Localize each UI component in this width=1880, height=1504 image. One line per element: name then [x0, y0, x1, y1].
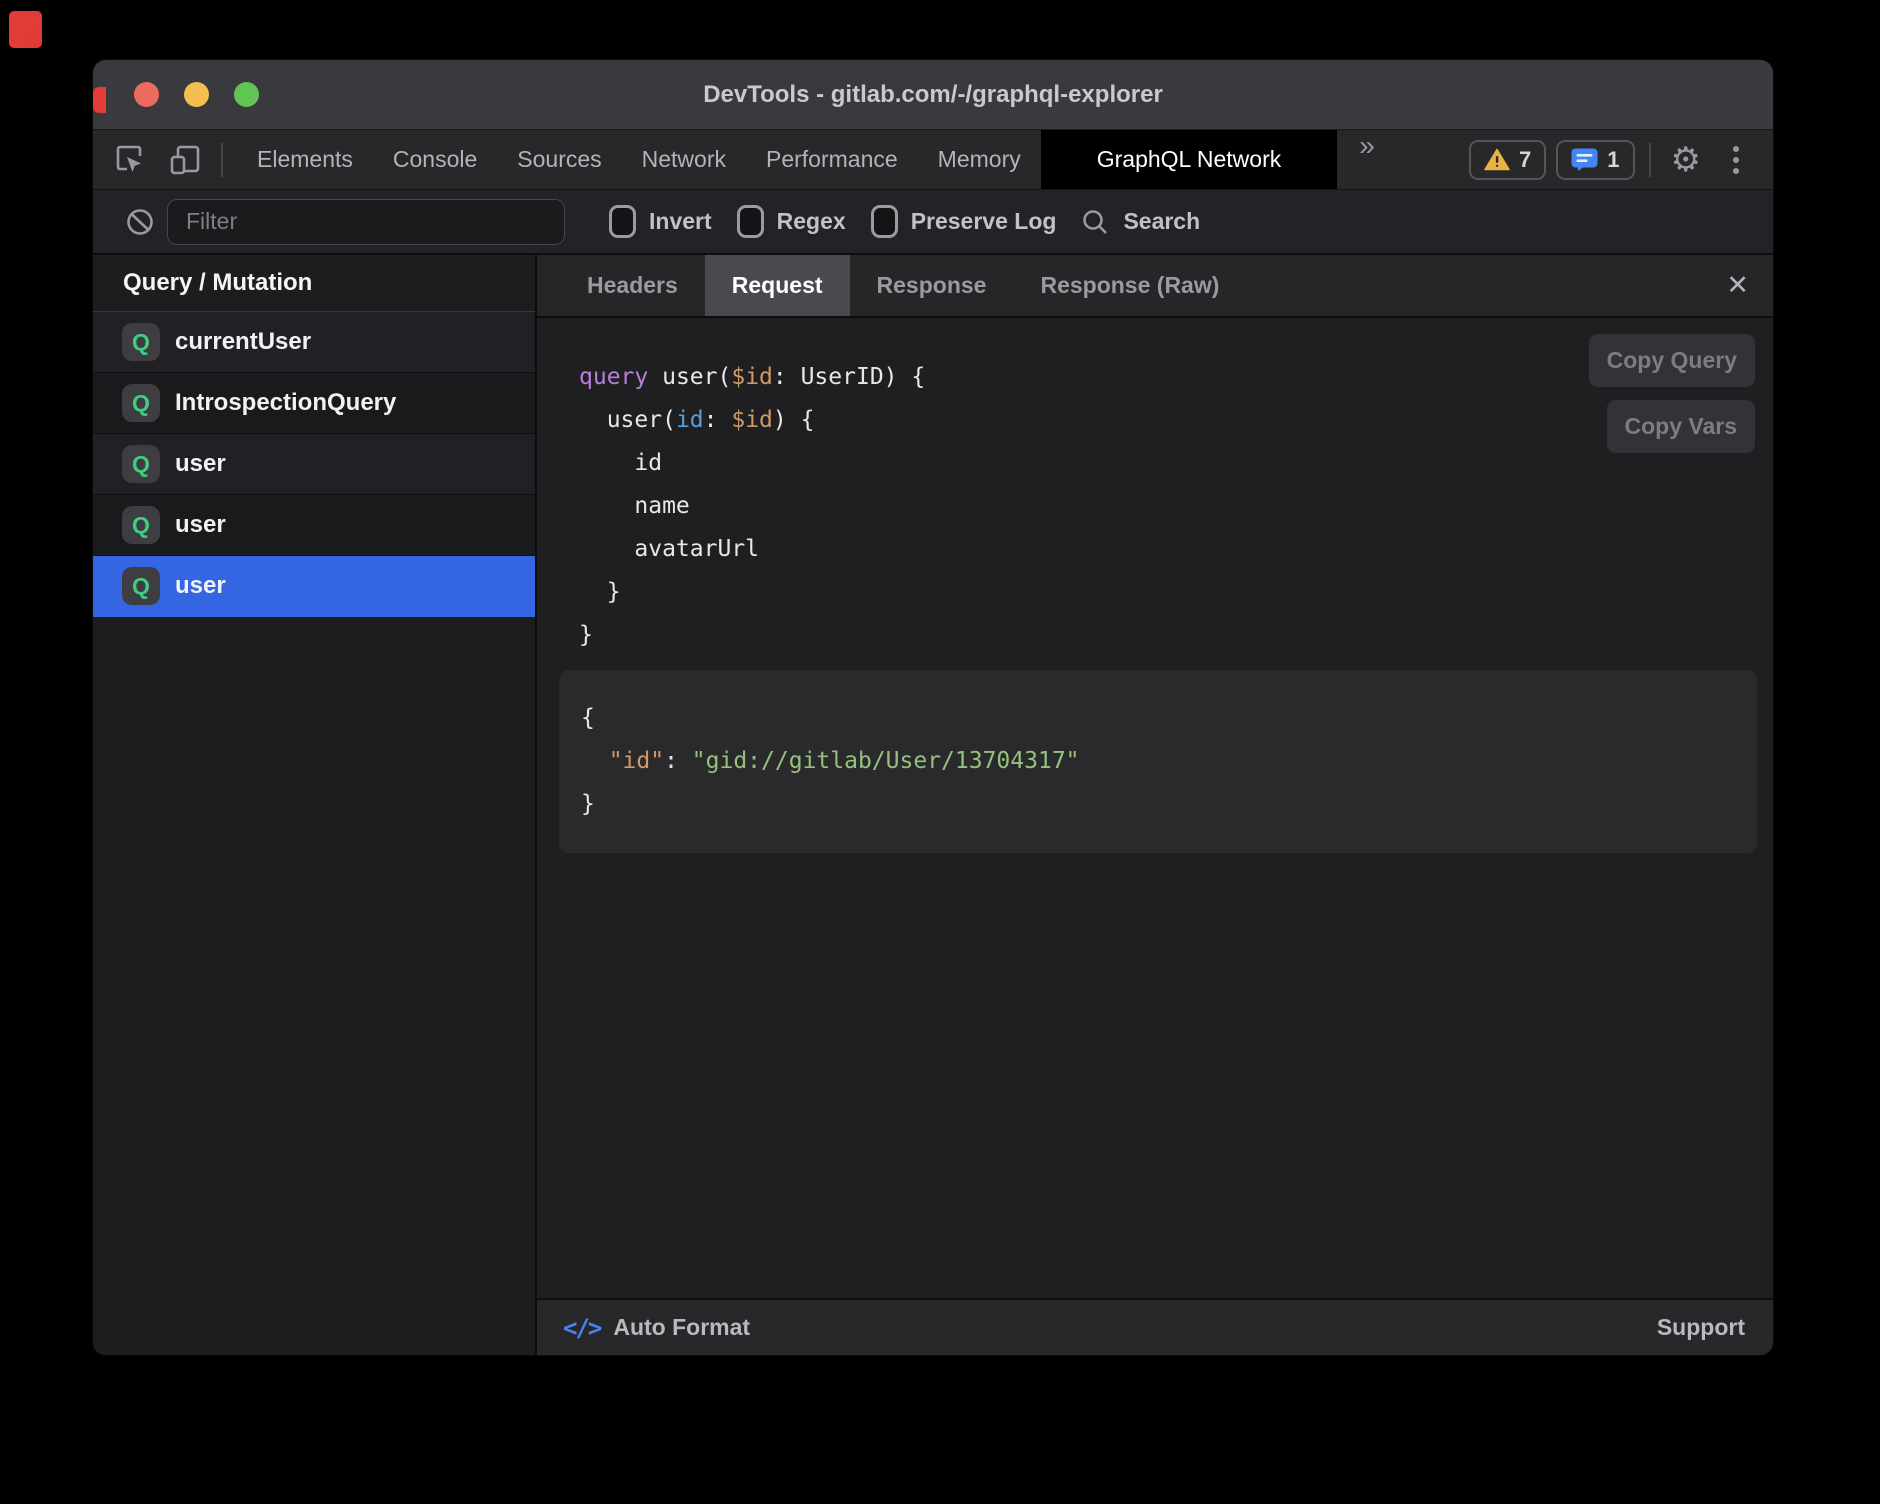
- invert-label: Invert: [649, 208, 712, 235]
- toolbar-right-cluster: 7 1 ⚙: [1459, 140, 1755, 180]
- list-item-label: user: [175, 450, 226, 478]
- search-control[interactable]: Search: [1081, 208, 1200, 236]
- regex-label: Regex: [777, 208, 846, 235]
- detail-tabs: Headers Request Response Response (Raw) …: [537, 255, 1773, 318]
- inspect-element-icon[interactable]: [101, 138, 157, 182]
- search-label: Search: [1123, 208, 1200, 235]
- main-area: Query / Mutation Q currentUser Q Introsp…: [93, 255, 1773, 1355]
- tab-elements[interactable]: Elements: [237, 130, 373, 189]
- tab-response[interactable]: Response: [850, 255, 1014, 316]
- copy-query-button[interactable]: Copy Query: [1589, 334, 1755, 387]
- device-toolbar-icon[interactable]: [157, 138, 213, 182]
- query-type-badge: Q: [122, 445, 160, 483]
- kebab-menu-icon[interactable]: [1717, 146, 1755, 174]
- invert-checkbox[interactable]: [609, 205, 636, 238]
- invert-checkbox-group[interactable]: Invert: [609, 205, 712, 238]
- list-item-user-1[interactable]: Q user: [93, 434, 535, 495]
- close-detail-icon[interactable]: ✕: [1726, 255, 1749, 316]
- list-item-user-2[interactable]: Q user: [93, 495, 535, 556]
- preserve-log-label: Preserve Log: [911, 208, 1057, 235]
- request-query-code: query user($id: UserID) { user(id: $id) …: [537, 318, 1773, 657]
- list-item-introspectionquery[interactable]: Q IntrospectionQuery: [93, 373, 535, 434]
- tab-performance[interactable]: Performance: [746, 130, 918, 189]
- preserve-log-checkbox-group[interactable]: Preserve Log: [871, 205, 1057, 238]
- tab-graphql-network[interactable]: GraphQL Network: [1041, 130, 1338, 189]
- copy-vars-button[interactable]: Copy Vars: [1607, 400, 1756, 453]
- auto-format-label: Auto Format: [613, 1314, 750, 1341]
- toolbar-separator: [221, 143, 223, 177]
- devtools-window: DevTools - gitlab.com/-/graphql-explorer…: [93, 60, 1773, 1355]
- window-title: DevTools - gitlab.com/-/graphql-explorer: [93, 81, 1773, 109]
- list-item-label: user: [175, 511, 226, 539]
- panel-tabs: Elements Console Sources Network Perform…: [237, 130, 1397, 189]
- tab-sources[interactable]: Sources: [497, 130, 621, 189]
- list-item-label: IntrospectionQuery: [175, 389, 396, 417]
- warnings-count: 7: [1519, 147, 1531, 173]
- request-variables-box: { "id": "gid://gitlab/User/13704317"}: [559, 670, 1757, 853]
- query-type-badge: Q: [122, 384, 160, 422]
- tab-response-raw[interactable]: Response (Raw): [1013, 255, 1246, 316]
- detail-footer: </> Auto Format Support: [537, 1298, 1773, 1355]
- list-item-currentuser[interactable]: Q currentUser: [93, 312, 535, 373]
- tab-network[interactable]: Network: [622, 130, 746, 189]
- query-list-panel: Query / Mutation Q currentUser Q Introsp…: [93, 255, 537, 1355]
- warnings-badge[interactable]: 7: [1469, 140, 1546, 180]
- message-icon: [1571, 148, 1598, 171]
- messages-count: 1: [1607, 147, 1619, 173]
- tab-console[interactable]: Console: [373, 130, 497, 189]
- messages-badge[interactable]: 1: [1556, 140, 1634, 180]
- tab-request[interactable]: Request: [705, 255, 850, 316]
- tab-headers[interactable]: Headers: [560, 255, 705, 316]
- query-type-badge: Q: [122, 506, 160, 544]
- copy-buttons: Copy Query Copy Vars: [1589, 334, 1755, 453]
- query-list-header: Query / Mutation: [93, 255, 535, 312]
- recording-indicator: [9, 11, 42, 48]
- search-icon: [1081, 208, 1109, 236]
- code-brackets-icon: </>: [563, 1314, 600, 1342]
- auto-format-button[interactable]: </> Auto Format: [563, 1314, 750, 1342]
- list-item-label: currentUser: [175, 328, 311, 356]
- preserve-log-checkbox[interactable]: [871, 205, 898, 238]
- clear-filter-icon[interactable]: [126, 208, 154, 236]
- support-link[interactable]: Support: [1657, 1314, 1745, 1341]
- filter-input[interactable]: [167, 199, 565, 245]
- devtools-toolbar: Elements Console Sources Network Perform…: [93, 130, 1773, 190]
- tab-memory[interactable]: Memory: [918, 130, 1041, 189]
- regex-checkbox-group[interactable]: Regex: [737, 205, 846, 238]
- title-bar: DevTools - gitlab.com/-/graphql-explorer: [93, 60, 1773, 130]
- more-tabs-icon[interactable]: »: [1337, 130, 1397, 189]
- query-type-badge: Q: [122, 567, 160, 605]
- request-content: query user($id: UserID) { user(id: $id) …: [537, 318, 1773, 1298]
- recording-indicator-edge: [93, 87, 106, 113]
- request-detail-panel: Headers Request Response Response (Raw) …: [537, 255, 1773, 1355]
- list-item-user-3-selected[interactable]: Q user: [93, 556, 535, 617]
- toolbar-separator: [1649, 143, 1651, 177]
- warning-icon: [1484, 148, 1510, 171]
- settings-gear-icon[interactable]: ⚙: [1655, 143, 1717, 177]
- list-item-label: user: [175, 572, 226, 600]
- query-type-badge: Q: [122, 323, 160, 361]
- filter-bar: Invert Regex Preserve Log Search: [93, 190, 1773, 255]
- regex-checkbox[interactable]: [737, 205, 764, 238]
- request-variables-code: { "id": "gid://gitlab/User/13704317"}: [581, 697, 1757, 826]
